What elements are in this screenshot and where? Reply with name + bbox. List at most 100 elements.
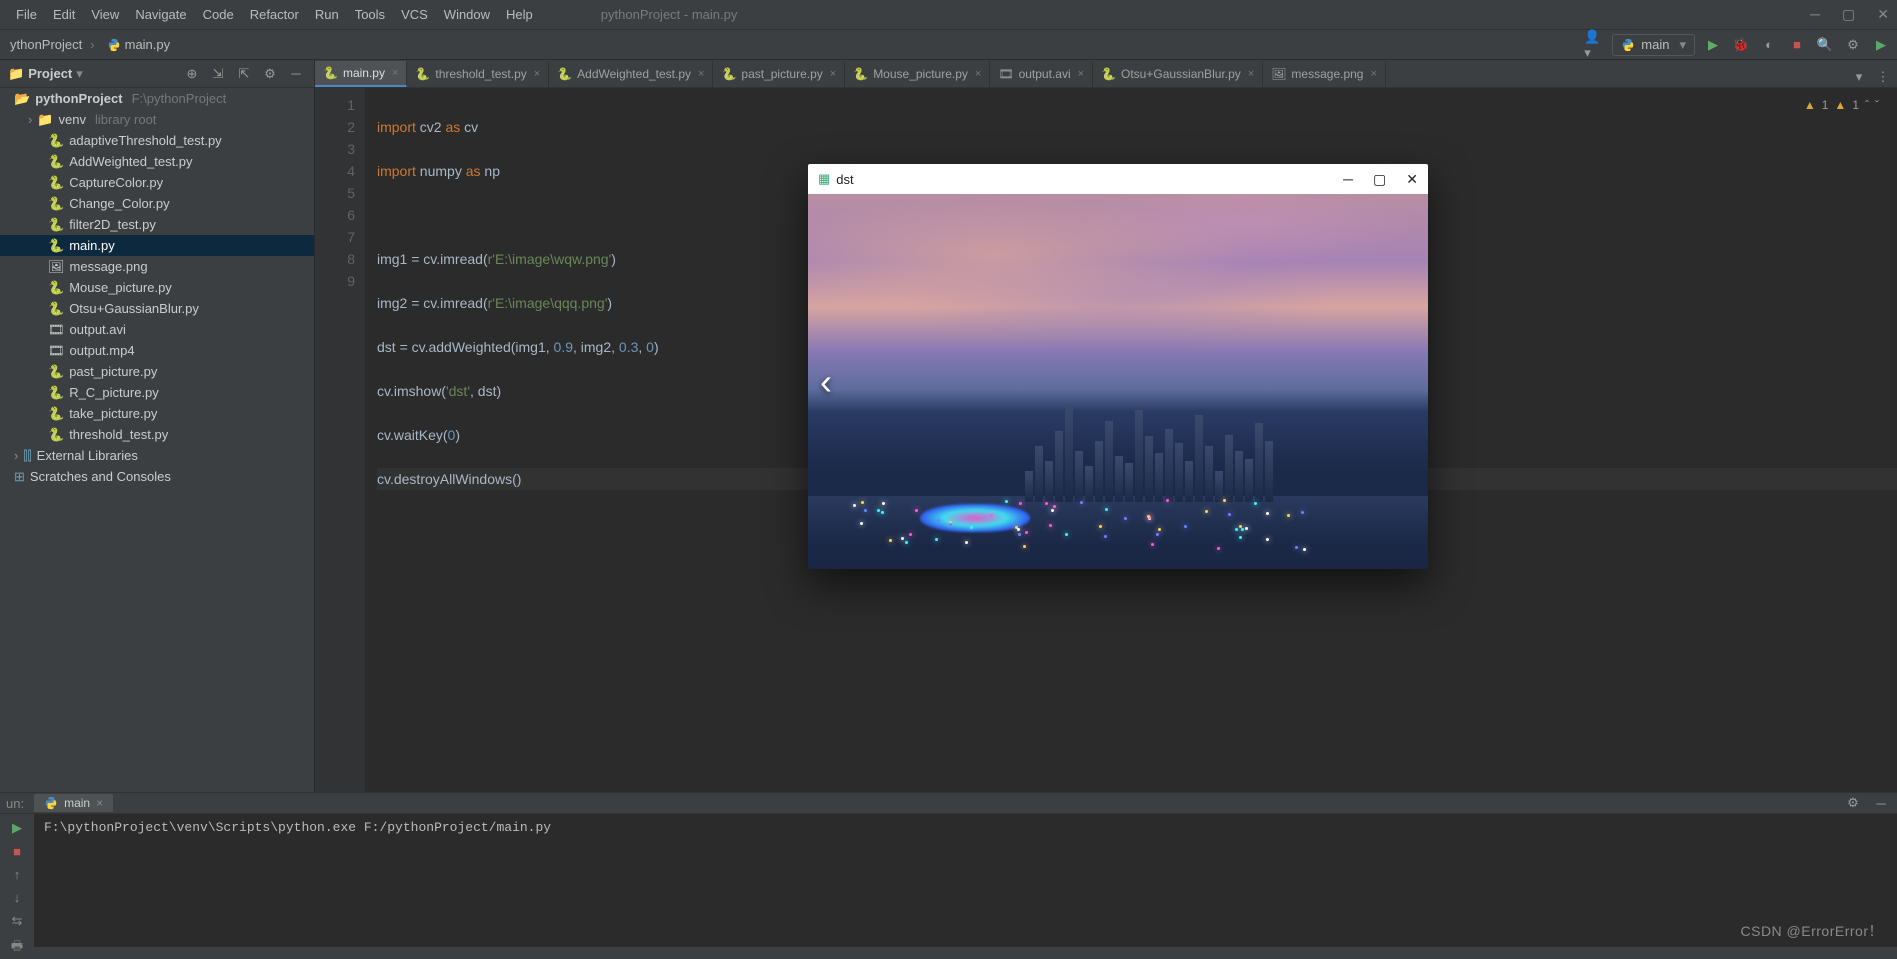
scroll-down-icon[interactable]: ↓ bbox=[14, 890, 21, 905]
editor-tab[interactable]: 🐍threshold_test.py× bbox=[407, 61, 549, 87]
menu-file[interactable]: File bbox=[8, 7, 45, 22]
run-config-selector[interactable]: main bbox=[1612, 34, 1695, 56]
menu-edit[interactable]: Edit bbox=[45, 7, 83, 22]
close-icon[interactable]: × bbox=[96, 796, 103, 810]
run-button[interactable]: ▶ bbox=[1703, 35, 1723, 55]
rerun-icon[interactable]: ▶ bbox=[12, 820, 22, 836]
close-icon[interactable]: × bbox=[534, 68, 540, 80]
hide-icon[interactable]: ─ bbox=[286, 64, 306, 84]
search-icon[interactable]: 🔍 bbox=[1815, 35, 1835, 55]
locate-icon[interactable]: ⊕ bbox=[182, 64, 202, 84]
close-icon[interactable]: ✕ bbox=[1877, 6, 1889, 23]
tree-file[interactable]: 🖼message.png bbox=[0, 256, 314, 277]
close-icon[interactable]: × bbox=[975, 68, 981, 80]
close-icon[interactable]: × bbox=[1370, 68, 1376, 80]
file-icon: 🐍 bbox=[48, 217, 64, 233]
editor-tab[interactable]: 🐍past_picture.py× bbox=[713, 61, 845, 87]
stop-button[interactable]: ■ bbox=[1787, 35, 1807, 55]
tree-venv[interactable]: ›📁 venvlibrary root bbox=[0, 109, 314, 130]
stop-icon[interactable]: ■ bbox=[13, 844, 21, 859]
chevron-down-icon[interactable] bbox=[72, 66, 83, 82]
menu-code[interactable]: Code bbox=[195, 7, 242, 22]
editor-tab[interactable]: 🐍AddWeighted_test.py× bbox=[549, 61, 713, 87]
editor-tab[interactable]: 🐍main.py× bbox=[315, 61, 407, 87]
editor-tab[interactable]: 🐍Mouse_picture.py× bbox=[845, 61, 990, 87]
run-anything-icon[interactable]: ▶ bbox=[1871, 35, 1891, 55]
tab-list-icon[interactable]: ▾ bbox=[1849, 67, 1869, 87]
maximize-icon[interactable]: ▢ bbox=[1842, 6, 1855, 23]
menu-refactor[interactable]: Refactor bbox=[242, 7, 307, 22]
tree-file[interactable]: 🐍Mouse_picture.py bbox=[0, 277, 314, 298]
menu-help[interactable]: Help bbox=[498, 7, 541, 22]
debug-button[interactable]: 🐞 bbox=[1731, 35, 1751, 55]
tree-file[interactable]: 🐍adaptiveThreshold_test.py bbox=[0, 130, 314, 151]
tree-file[interactable]: 🐍CaptureColor.py bbox=[0, 172, 314, 193]
folder-icon: 📂 bbox=[14, 91, 30, 107]
hide-icon[interactable]: ─ bbox=[1871, 793, 1891, 813]
tree-external-libraries[interactable]: ›⫿⫿ External Libraries bbox=[0, 445, 314, 466]
tree-root[interactable]: 📂 pythonProjectF:\pythonProject bbox=[0, 88, 314, 109]
user-icon[interactable]: 👤▾ bbox=[1584, 35, 1604, 55]
menu-tools[interactable]: Tools bbox=[347, 7, 393, 22]
scroll-up-icon[interactable]: ↑ bbox=[14, 867, 21, 882]
tree-file[interactable]: 🐍Change_Color.py bbox=[0, 193, 314, 214]
breadcrumb-project[interactable]: ythonProject bbox=[6, 37, 103, 52]
close-icon[interactable]: ✕ bbox=[1406, 171, 1418, 188]
tree-file[interactable]: 🐍R_C_picture.py bbox=[0, 382, 314, 403]
tab-more-icon[interactable]: ⋮ bbox=[1873, 67, 1893, 87]
project-tree[interactable]: 📂 pythonProjectF:\pythonProject ›📁 venvl… bbox=[0, 88, 314, 792]
tree-file[interactable]: 🐍filter2D_test.py bbox=[0, 214, 314, 235]
chevron-down-icon[interactable]: ˇ bbox=[1875, 94, 1879, 116]
file-icon: 🐍 bbox=[48, 238, 64, 254]
minimize-icon[interactable]: ─ bbox=[1810, 6, 1820, 23]
tree-file[interactable]: 🐍threshold_test.py bbox=[0, 424, 314, 445]
menu-view[interactable]: View bbox=[83, 7, 127, 22]
close-icon[interactable]: × bbox=[1078, 68, 1084, 80]
tree-scratches[interactable]: ⊞ Scratches and Consoles bbox=[0, 466, 314, 487]
image-window-titlebar[interactable]: ▦ dst ─ ▢ ✕ bbox=[808, 164, 1428, 194]
project-header-title: Project bbox=[28, 66, 72, 81]
prev-arrow-icon[interactable]: ‹ bbox=[820, 361, 832, 403]
tree-file[interactable]: 🎞output.mp4 bbox=[0, 340, 314, 361]
tree-file[interactable]: 🐍past_picture.py bbox=[0, 361, 314, 382]
maximize-icon[interactable]: ▢ bbox=[1373, 171, 1386, 188]
expand-all-icon[interactable]: ⇲ bbox=[208, 64, 228, 84]
menu-navigate[interactable]: Navigate bbox=[127, 7, 194, 22]
editor-tab[interactable]: 🐍Otsu+GaussianBlur.py× bbox=[1093, 61, 1263, 87]
menu-run[interactable]: Run bbox=[307, 7, 347, 22]
close-icon[interactable]: × bbox=[392, 67, 398, 79]
tree-file[interactable]: 🐍AddWeighted_test.py bbox=[0, 151, 314, 172]
run-tab[interactable]: main× bbox=[34, 794, 113, 812]
chevron-up-icon[interactable]: ˆ bbox=[1865, 94, 1869, 116]
menu-window[interactable]: Window bbox=[436, 7, 498, 22]
coverage-button[interactable]: ◐ bbox=[1759, 35, 1779, 55]
print-icon[interactable]: 🖶 bbox=[11, 937, 23, 959]
file-icon: 🖼 bbox=[1271, 67, 1286, 81]
python-file-icon bbox=[107, 38, 121, 52]
tree-file[interactable]: 🎞output.avi bbox=[0, 319, 314, 340]
tree-file[interactable]: 🐍take_picture.py bbox=[0, 403, 314, 424]
file-icon: 🐍 bbox=[415, 67, 430, 81]
run-output[interactable]: F:\pythonProject\venv\Scripts\python.exe… bbox=[34, 814, 1897, 959]
gear-icon[interactable]: ⚙ bbox=[1843, 793, 1863, 813]
close-icon[interactable]: × bbox=[698, 68, 704, 80]
menu-vcs[interactable]: VCS bbox=[393, 7, 436, 22]
editor-tab[interactable]: 🎞output.avi× bbox=[990, 61, 1093, 87]
collapse-all-icon[interactable]: ⇱ bbox=[234, 64, 254, 84]
tree-file[interactable]: 🐍Otsu+GaussianBlur.py bbox=[0, 298, 314, 319]
inspection-indicators[interactable]: ▲1 ▲1 ˆ ˇ bbox=[1804, 94, 1879, 116]
settings-icon[interactable]: ⚙ bbox=[1843, 35, 1863, 55]
soft-wrap-icon[interactable]: ⇆ bbox=[12, 913, 23, 929]
close-icon[interactable]: × bbox=[830, 68, 836, 80]
minimize-icon[interactable]: ─ bbox=[1343, 171, 1353, 188]
file-icon: 🐍 bbox=[48, 154, 64, 170]
close-icon[interactable]: × bbox=[1248, 68, 1254, 80]
project-header: 📁 Project ⊕ ⇲ ⇱ ⚙ ─ bbox=[0, 60, 314, 88]
opencv-image-window[interactable]: ▦ dst ─ ▢ ✕ ‹ bbox=[808, 164, 1428, 569]
tree-file[interactable]: 🐍main.py bbox=[0, 235, 314, 256]
gear-icon[interactable]: ⚙ bbox=[260, 64, 280, 84]
editor-tab[interactable]: 🖼message.png× bbox=[1263, 61, 1386, 87]
run-toolbar: ▶ ■ ↑ ↓ ⇆ 🖶 bbox=[0, 814, 34, 959]
breadcrumb-file[interactable]: main.py bbox=[103, 37, 175, 52]
warning-icon: ▲ bbox=[1804, 94, 1816, 116]
